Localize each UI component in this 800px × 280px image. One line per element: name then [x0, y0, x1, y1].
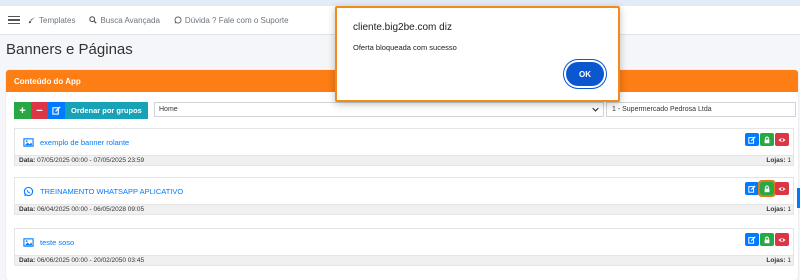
stores-value: 1	[787, 157, 791, 164]
item-actions	[745, 133, 789, 146]
edit-button[interactable]	[745, 133, 759, 146]
remove-button[interactable]: −	[31, 102, 48, 119]
stores-value: 1	[787, 206, 791, 213]
search-icon	[89, 16, 98, 24]
lock-icon	[764, 185, 770, 192]
visibility-button[interactable]	[775, 133, 789, 146]
item-title-link[interactable]: exemplo de banner rolante	[23, 137, 129, 148]
edit-button[interactable]	[745, 233, 759, 246]
lock-button[interactable]	[760, 233, 774, 246]
eye-icon	[778, 237, 786, 242]
toolbar: + − Ordenar por grupos	[14, 102, 148, 119]
visibility-button[interactable]	[775, 182, 789, 195]
item-title: TREINAMENTO WHATSAPP APLICATIVO	[40, 187, 184, 196]
edit-icon	[52, 106, 61, 115]
date-value: 06/06/2025 00:00 - 20/02/2050 03:45	[37, 257, 145, 264]
nav-templates[interactable]: Templates	[28, 16, 75, 25]
list-item: TREINAMENTO WHATSAPP APLICATIVO Data: 06…	[14, 177, 794, 215]
stores-value: 1	[787, 257, 791, 264]
stores-label: Lojas:	[766, 157, 786, 164]
edit-icon	[748, 135, 756, 144]
edit-icon	[748, 184, 756, 193]
date-value: 06/04/2025 00:00 - 06/05/2028 09:05	[37, 206, 145, 213]
alert-dialog: cliente.big2be.com diz Oferta bloqueada …	[335, 6, 620, 102]
eye-icon	[778, 137, 786, 142]
lock-icon	[764, 236, 770, 243]
nav-support[interactable]: Dúvida ? Fale com o Suporte	[174, 16, 289, 25]
date-label: Data:	[19, 206, 36, 213]
add-button[interactable]: +	[14, 102, 31, 119]
stores-label: Lojas:	[766, 257, 786, 264]
ok-button[interactable]: OK	[566, 62, 604, 86]
image-icon	[23, 238, 34, 247]
edit-icon	[748, 235, 756, 244]
dialog-message: Oferta bloqueada com sucesso	[353, 43, 457, 52]
item-actions	[745, 180, 789, 197]
page-title: Banners e Páginas	[6, 41, 133, 58]
list-item: exemplo de banner rolante Data: 07/05/20…	[14, 128, 794, 166]
item-footer: Data: 06/06/2025 00:00 - 20/02/2050 03:4…	[15, 255, 793, 265]
date-label: Data:	[19, 157, 36, 164]
item-actions	[745, 233, 789, 246]
item-title: teste soso	[40, 238, 75, 247]
nav-support-label: Dúvida ? Fale com o Suporte	[184, 15, 289, 25]
menu-icon[interactable]	[8, 15, 20, 25]
list-item: teste soso Data: 06/06/2025 00:00 - 20/0…	[14, 228, 794, 266]
item-title: exemplo de banner rolante	[40, 138, 130, 147]
whatsapp-icon	[23, 186, 34, 197]
stores-label: Lojas:	[766, 206, 786, 213]
image-icon	[23, 138, 34, 147]
visibility-button[interactable]	[775, 233, 789, 246]
item-title-link[interactable]: TREINAMENTO WHATSAPP APLICATIVO	[23, 186, 183, 197]
page-select-value: Home	[159, 106, 178, 113]
eye-icon	[778, 186, 786, 191]
lock-icon	[764, 136, 770, 143]
edit-button[interactable]	[745, 182, 759, 195]
nav-templates-label: Templates	[39, 15, 76, 25]
store-select-value: 1 - Supermercado Pedrosa Ltda	[612, 106, 712, 113]
store-select[interactable]: 1 - Supermercado Pedrosa Ltda	[606, 102, 796, 117]
brush-icon	[28, 16, 36, 24]
item-title-link[interactable]: teste soso	[23, 237, 74, 248]
date-value: 07/05/2025 00:00 - 07/05/2025 23:59	[37, 157, 145, 164]
nav-search[interactable]: Busca Avançada	[89, 15, 160, 25]
chevron-down-icon	[592, 107, 599, 112]
date-label: Data:	[19, 257, 36, 264]
order-by-groups-button[interactable]: Ordenar por grupos	[65, 102, 148, 119]
lock-button[interactable]	[758, 180, 776, 197]
item-footer: Data: 07/05/2025 00:00 - 07/05/2025 23:5…	[15, 155, 793, 165]
lock-button[interactable]	[760, 133, 774, 146]
dialog-title: cliente.big2be.com diz	[353, 22, 452, 33]
page-select[interactable]: Home	[154, 102, 604, 117]
edit-button[interactable]	[48, 102, 65, 119]
nav-search-label: Busca Avançada	[100, 15, 160, 25]
item-footer: Data: 06/04/2025 00:00 - 06/05/2028 09:0…	[15, 204, 793, 214]
whatsapp-icon	[174, 16, 182, 24]
